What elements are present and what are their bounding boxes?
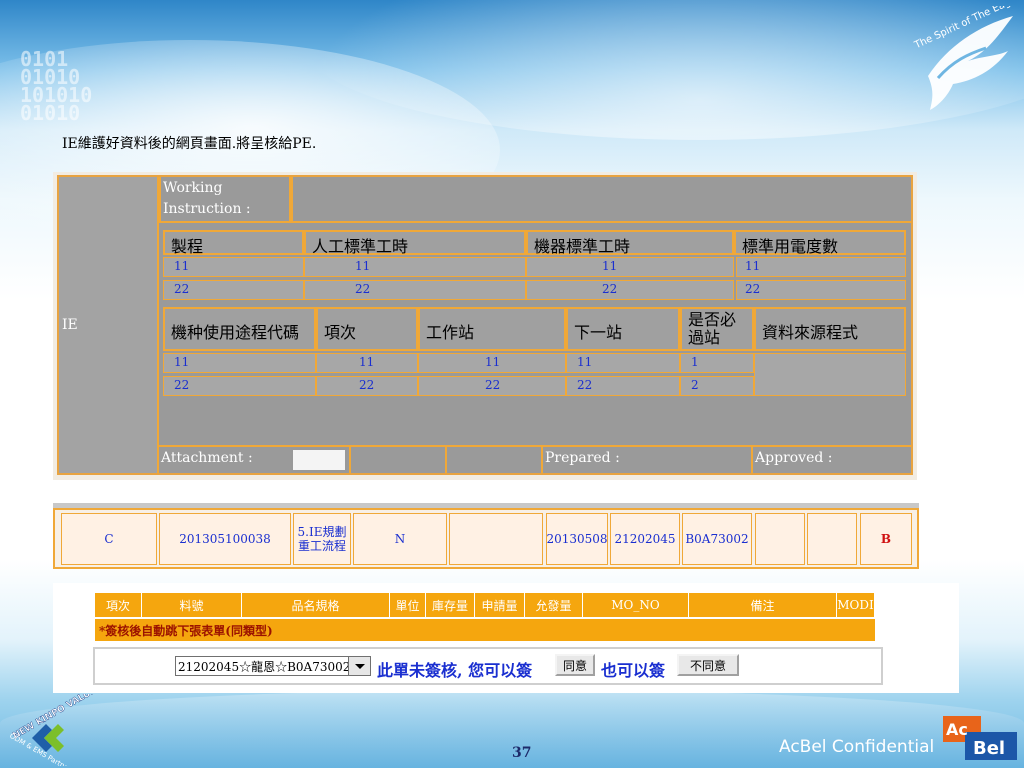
col-header: 備注 xyxy=(689,593,837,617)
col-header: 庫存量 xyxy=(426,593,475,617)
header-item-no: 項次 xyxy=(316,307,418,351)
attachment-input[interactable] xyxy=(291,448,347,472)
page-number: 37 xyxy=(512,745,532,761)
working-instruction-label: Working Instruction : xyxy=(159,177,291,223)
s2-cell: 11 xyxy=(566,353,680,373)
eagle-logo: The Spirit of The Eagle xyxy=(912,6,1020,110)
col-header: 項次 xyxy=(95,593,142,617)
disagree-button[interactable]: 不同意 xyxy=(677,654,739,676)
also-sign-message: 也可以簽 xyxy=(601,661,666,680)
auto-jump-note: *簽核後自動跳下張表單(同類型) xyxy=(95,619,875,641)
col-header: 料號 xyxy=(142,593,242,617)
header-route-code: 機种使用途程代碼 xyxy=(163,307,316,351)
slide-caption: IE維護好資料後的網頁畫面.將呈核給PE. xyxy=(62,136,317,152)
attachment-row: Attachment : Prepared : Approved : xyxy=(159,445,911,473)
header-workstation: 工作站 xyxy=(418,307,566,351)
attachment-slot[interactable] xyxy=(445,447,541,473)
s2-data-source-cell xyxy=(754,353,906,396)
ie-label: IE xyxy=(62,317,78,333)
s2-cell: 11 xyxy=(316,353,418,373)
unsigned-message: 此單未簽核, 您可以簽 xyxy=(377,661,533,680)
record-cell: 201305100038 xyxy=(159,513,291,565)
confidential-label: AcBel Confidential xyxy=(779,737,935,757)
s1-cell: 11 xyxy=(163,257,304,277)
s2-cell: 1 xyxy=(680,353,754,373)
form-select-dropdown[interactable]: 21202045☆龍恩☆B0A73002 xyxy=(175,656,371,676)
s2-cell: 22 xyxy=(316,376,418,396)
svg-text:Ac: Ac xyxy=(946,720,968,739)
ie-form: IE Working Instruction : 製程 人工標準工時 機器標準工… xyxy=(57,175,913,475)
agree-button[interactable]: 同意 xyxy=(555,654,595,676)
working-instruction-field[interactable] xyxy=(291,177,911,223)
record-row: C 201305100038 5.IE規劃重工流程 N 20130508 212… xyxy=(53,508,919,569)
record-cell xyxy=(807,513,857,565)
attachment-slot[interactable] xyxy=(349,447,445,473)
s1-cell: 22 xyxy=(736,280,906,300)
acbel-logo: Ac Bel xyxy=(943,716,1017,760)
prepared-label: Prepared : xyxy=(541,447,751,473)
approved-label: Approved : xyxy=(751,447,911,473)
header-next-station: 下一站 xyxy=(566,307,680,351)
s2-cell: 2 xyxy=(680,376,754,396)
s1-cell: 22 xyxy=(163,280,304,300)
s2-cell: 22 xyxy=(418,376,566,396)
header-labor-std-time: 人工標準工時 xyxy=(304,230,526,256)
svg-text:Bel: Bel xyxy=(973,738,1005,759)
record-cell xyxy=(449,513,543,565)
s1-cell: 22 xyxy=(304,280,526,300)
s1-cell: 11 xyxy=(304,257,526,277)
s2-cell: 22 xyxy=(163,376,316,396)
record-cell: N xyxy=(353,513,447,565)
s2-cell: 22 xyxy=(566,376,680,396)
binary-decoration: 0101 01010 101010 01010 xyxy=(20,47,93,125)
chevron-down-icon[interactable] xyxy=(348,657,370,675)
kinpo-logo: NEW KINPO VALUE ODM & EMS Partner xyxy=(8,694,98,766)
order-table-area: 項次 料號 品名規格 單位 庫存量 申請量 允發量 MO_NO 備注 MODI … xyxy=(53,583,959,693)
s1-cell: 22 xyxy=(526,280,734,300)
attachment-label: Attachment : xyxy=(161,450,253,466)
record-cell: 21202045 xyxy=(610,513,680,565)
header-mandatory-pass: 是否必過站 xyxy=(680,307,754,351)
col-header: MODI xyxy=(837,593,875,617)
select-value: 21202045☆龍恩☆B0A73002 xyxy=(178,660,351,674)
col-header: 允發量 xyxy=(525,593,583,617)
header-process: 製程 xyxy=(163,230,304,256)
sign-bar: 21202045☆龍恩☆B0A73002 此單未簽核, 您可以簽 同意 也可以簽… xyxy=(93,647,883,685)
record-cell: B0A73002 xyxy=(682,513,752,565)
ie-column: IE xyxy=(59,177,159,473)
record-cell xyxy=(755,513,805,565)
s1-cell: 11 xyxy=(526,257,734,277)
record-cell: 5.IE規劃重工流程 xyxy=(293,513,351,565)
record-cell: 20130508 xyxy=(546,513,608,565)
header-std-power: 標準用電度數 xyxy=(734,230,906,256)
col-header: 單位 xyxy=(390,593,426,617)
header-machine-std-time: 機器標準工時 xyxy=(526,230,734,256)
col-header: 品名規格 xyxy=(242,593,390,617)
s2-cell: 11 xyxy=(418,353,566,373)
header-data-source: 資料來源程式 xyxy=(754,307,906,351)
record-cell: C xyxy=(61,513,157,565)
s2-cell: 11 xyxy=(163,353,316,373)
record-row-container: C 201305100038 5.IE規劃重工流程 N 20130508 212… xyxy=(53,503,919,569)
s1-cell: 11 xyxy=(736,257,906,277)
col-header: 申請量 xyxy=(475,593,525,617)
col-header: MO_NO xyxy=(583,593,689,617)
record-cell-status: B xyxy=(860,513,912,565)
